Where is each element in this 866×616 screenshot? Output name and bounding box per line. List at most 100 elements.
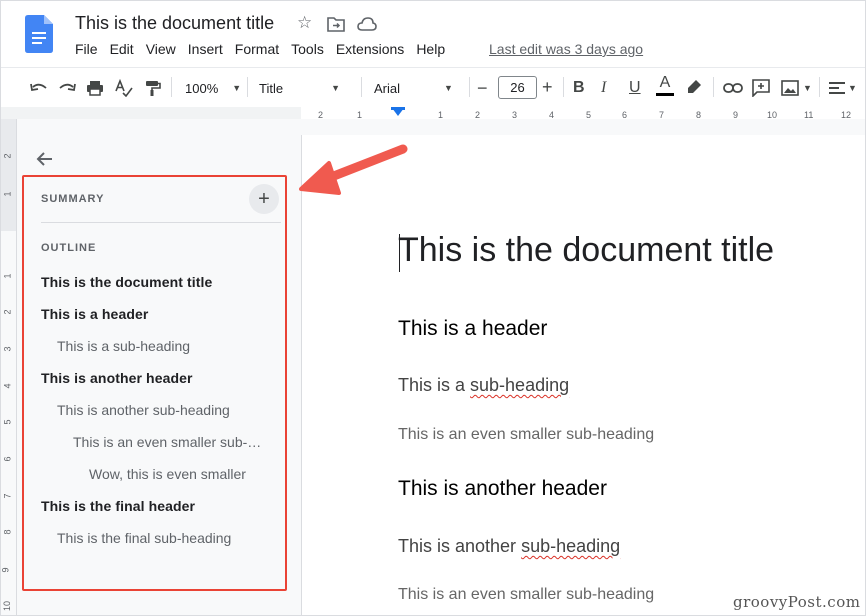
- app-window: This is the document title ☆ File Edit V…: [0, 0, 866, 616]
- doc-title-text[interactable]: This is the document title: [398, 231, 774, 270]
- menu-view[interactable]: View: [146, 41, 176, 57]
- vruler-tick: 3: [2, 346, 13, 352]
- text-cursor: [399, 234, 400, 272]
- outline-heading: OUTLINE: [41, 242, 97, 254]
- vruler-tick: 8: [2, 529, 13, 535]
- ruler-tick: 5: [586, 110, 592, 120]
- doc-heading-2[interactable]: This is a sub-heading: [398, 375, 569, 396]
- outline-item[interactable]: This is another sub-heading: [57, 402, 230, 418]
- undo-icon[interactable]: [29, 77, 49, 99]
- summary-heading: SUMMARY: [41, 193, 105, 205]
- chevron-down-icon: ▼: [848, 83, 857, 93]
- italic-button[interactable]: I: [601, 77, 606, 99]
- docs-logo-icon[interactable]: [25, 15, 53, 53]
- toolbar-divider: [247, 77, 248, 97]
- ruler-tick: 2: [475, 110, 481, 120]
- align-left-icon[interactable]: ▼: [829, 77, 857, 99]
- font-select[interactable]: Arial ▼: [374, 77, 453, 99]
- doc-heading-3[interactable]: This is an even smaller sub-heading: [398, 426, 654, 444]
- chevron-down-icon: ▼: [232, 83, 242, 93]
- vruler-tick: 5: [2, 419, 13, 425]
- back-arrow-icon[interactable]: [35, 149, 55, 169]
- menu-tools[interactable]: Tools: [291, 41, 324, 57]
- doc-heading-2-text: This is a: [398, 375, 471, 395]
- move-folder-icon[interactable]: [327, 16, 345, 32]
- ruler-tick: 6: [622, 110, 628, 120]
- vruler-tick: 4: [2, 383, 13, 389]
- vertical-ruler-margin: [1, 119, 16, 231]
- document-title-field[interactable]: This is the document title: [75, 13, 274, 34]
- outline-item[interactable]: This is the final header: [41, 498, 195, 514]
- ruler-tick: 1: [357, 110, 363, 120]
- chevron-down-icon: ▼: [444, 83, 453, 93]
- text-color-icon: A: [659, 73, 671, 91]
- outline-item[interactable]: Wow, this is even smaller: [89, 466, 246, 482]
- add-comment-icon[interactable]: [752, 77, 770, 99]
- print-icon[interactable]: [86, 77, 104, 99]
- toolbar-divider: [171, 77, 172, 97]
- ruler-tick: 12: [841, 110, 852, 120]
- vruler-tick: 10: [2, 600, 13, 612]
- ruler-tick: 11: [804, 110, 814, 120]
- menu-extensions[interactable]: Extensions: [336, 41, 404, 57]
- outline-item[interactable]: This is another header: [41, 370, 193, 386]
- bold-button[interactable]: B: [573, 77, 585, 99]
- indent-marker[interactable]: [392, 108, 404, 116]
- outline-item[interactable]: This is the document title: [41, 274, 212, 290]
- menu-edit[interactable]: Edit: [110, 41, 134, 57]
- paint-format-icon[interactable]: [143, 77, 161, 99]
- underline-button[interactable]: U: [629, 77, 641, 99]
- menu-file[interactable]: File: [75, 41, 98, 57]
- watermark: groovyPost.com: [733, 593, 861, 611]
- zoom-value: 100%: [185, 80, 219, 96]
- vruler-tick: 2: [2, 153, 13, 159]
- chevron-down-icon: ▼: [803, 83, 812, 93]
- doc-heading-2-text: This is another: [398, 536, 522, 556]
- menu-format[interactable]: Format: [235, 41, 279, 57]
- menu-bar: File Edit View Insert Format Tools Exten…: [75, 41, 457, 57]
- ruler-tick: 7: [659, 110, 665, 120]
- link-icon[interactable]: [723, 77, 743, 99]
- spellcheck-icon[interactable]: [114, 77, 134, 99]
- outline-item[interactable]: This is a sub-heading: [57, 338, 190, 354]
- vertical-ruler: 2 1 1 2 3 4 5 6 7 8 9 10: [0, 119, 17, 615]
- vruler-tick: 1: [2, 273, 13, 279]
- doc-heading-1[interactable]: This is another header: [398, 477, 607, 501]
- doc-heading-1[interactable]: This is a header: [398, 317, 547, 341]
- text-color-button[interactable]: A: [656, 73, 674, 97]
- zoom-select[interactable]: 100% ▼: [185, 77, 241, 99]
- doc-heading-2[interactable]: This is another sub-heading: [398, 536, 620, 557]
- last-edit-link[interactable]: Last edit was 3 days ago: [489, 41, 643, 57]
- outline-item[interactable]: This is a header: [41, 306, 148, 322]
- menu-insert[interactable]: Insert: [188, 41, 223, 57]
- cloud-status-icon[interactable]: [357, 17, 377, 31]
- decrease-font-size-button[interactable]: −: [477, 77, 488, 99]
- add-summary-button[interactable]: +: [249, 184, 279, 214]
- vruler-tick: 7: [2, 493, 13, 499]
- vruler-tick: 9: [0, 567, 11, 573]
- redo-icon[interactable]: [57, 77, 77, 99]
- annotation-arrow: [299, 144, 408, 195]
- ruler-tick: 8: [696, 110, 702, 120]
- ruler-tick: 3: [512, 110, 518, 120]
- toolbar-divider: [361, 77, 362, 97]
- menu-help[interactable]: Help: [416, 41, 445, 57]
- style-select[interactable]: Title ▼: [259, 77, 340, 99]
- font-size-input[interactable]: 26: [498, 76, 537, 99]
- toolbar-divider: [819, 77, 820, 97]
- outline-item[interactable]: This is an even smaller sub-…: [73, 434, 261, 450]
- star-icon[interactable]: ☆: [297, 13, 312, 33]
- highlight-icon[interactable]: [686, 77, 702, 99]
- ruler-page-area: [301, 107, 865, 119]
- style-value: Title: [259, 80, 284, 96]
- misspelled-word[interactable]: sub-heading: [470, 375, 569, 395]
- chevron-down-icon: ▼: [331, 83, 340, 93]
- toolbar-divider: [563, 77, 564, 97]
- increase-font-size-button[interactable]: +: [542, 76, 553, 98]
- insert-image-icon[interactable]: ▼: [781, 77, 812, 99]
- doc-heading-3[interactable]: This is an even smaller sub-heading: [398, 586, 654, 604]
- vruler-tick: 6: [2, 456, 13, 462]
- ruler-tick: 10: [767, 110, 778, 120]
- outline-item[interactable]: This is the final sub-heading: [57, 530, 231, 546]
- misspelled-word[interactable]: sub-heading: [521, 536, 620, 556]
